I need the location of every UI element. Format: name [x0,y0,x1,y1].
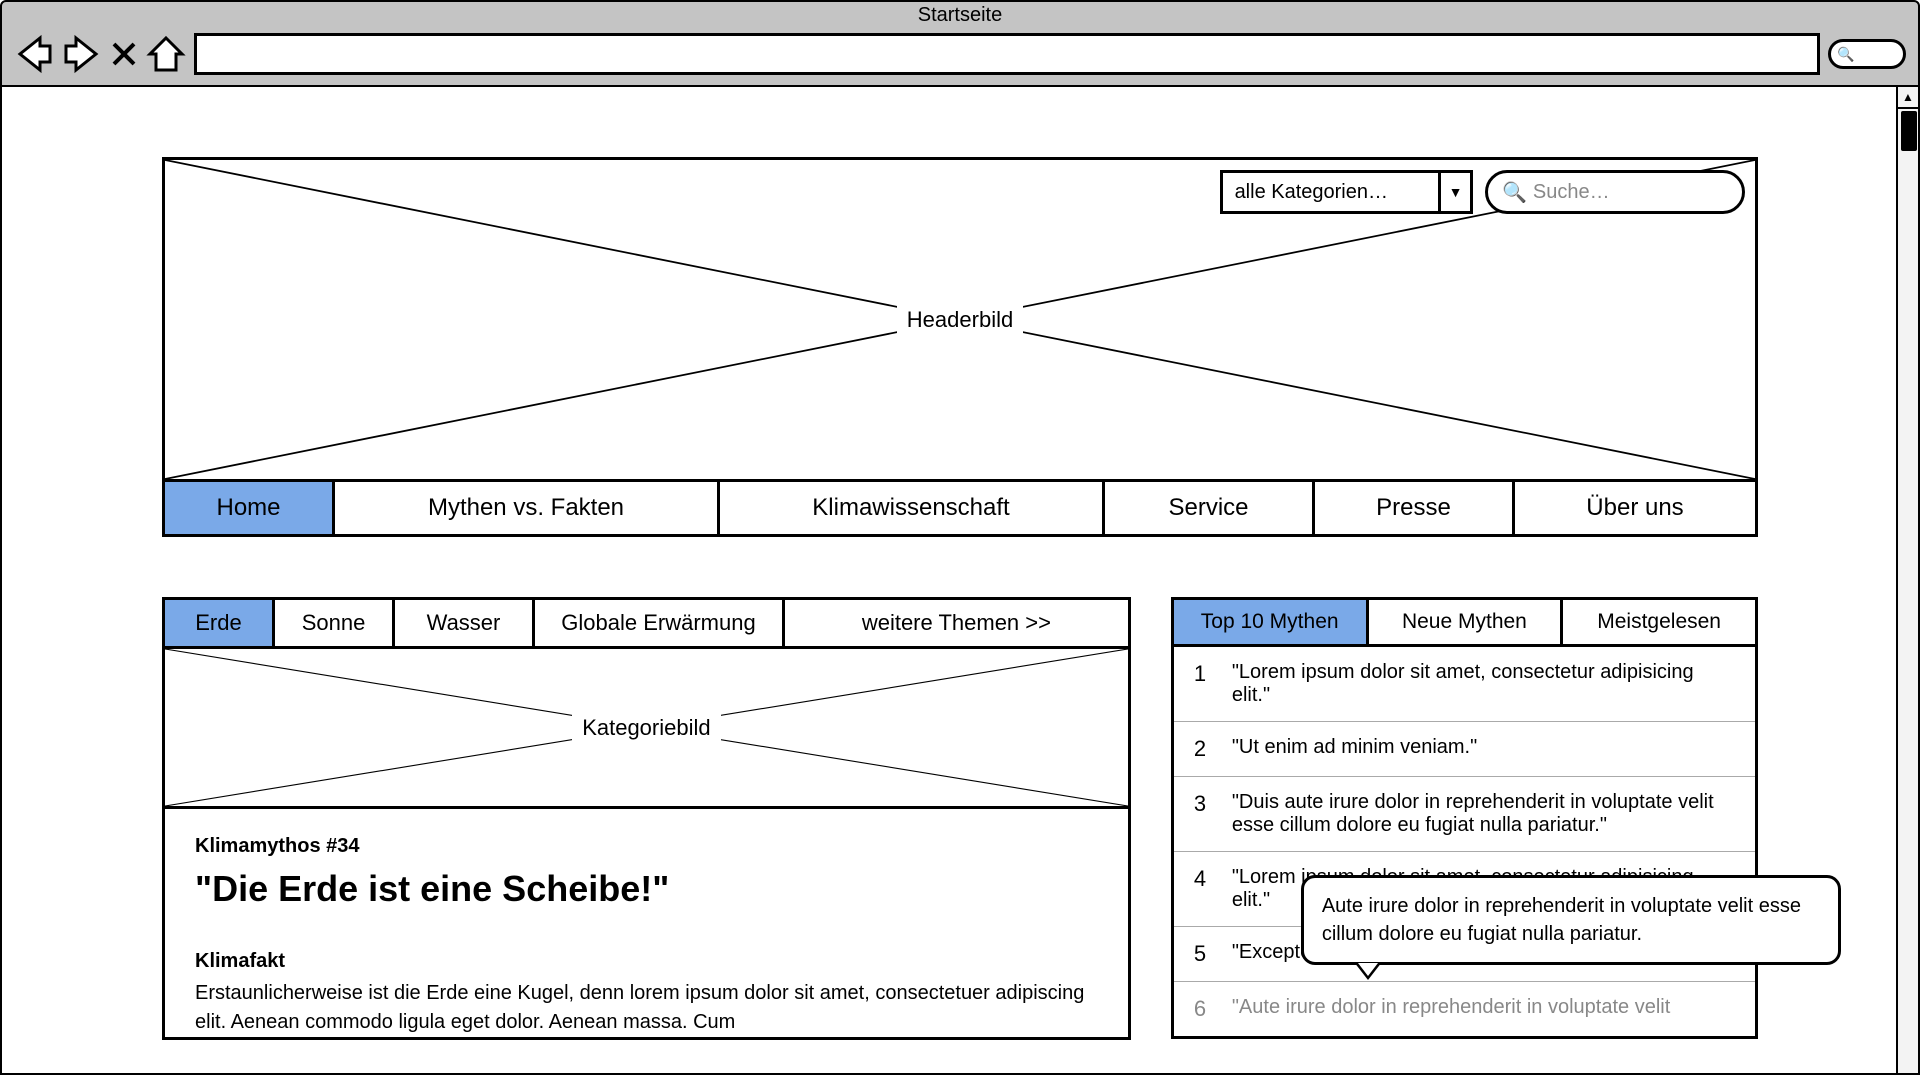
scroll-thumb[interactable] [1901,111,1917,151]
myth-text: "Ut enim ad minim veniam." [1232,736,1735,762]
browser-chrome: Startseite 🔍 [0,0,1920,87]
tab-weitere-themen[interactable]: weitere Themen >> [785,600,1128,646]
tab-globale-erwaermung[interactable]: Globale Erwärmung [535,600,785,646]
left-column: Erde Sonne Wasser Globale Erwärmung weit… [162,597,1131,1040]
sidebar-tabs: Top 10 Mythen Neue Mythen Meistgelesen [1171,597,1758,647]
nav-mythen-fakten[interactable]: Mythen vs. Fakten [335,482,720,534]
header-image-label: Headerbild [897,305,1023,335]
myth-item[interactable]: 3 "Duis aute irure dolor in reprehenderit… [1174,777,1755,852]
tab-meistgelesen[interactable]: Meistgelesen [1563,600,1755,644]
stop-icon[interactable] [110,40,138,68]
url-bar[interactable] [194,33,1820,75]
myth-item[interactable]: 6 "Aute irure dolor in reprehenderit in v… [1174,982,1755,1036]
back-icon[interactable] [14,34,54,74]
myth-rank: 4 [1194,866,1214,912]
myth-rank: 2 [1194,736,1214,762]
main-nav: Home Mythen vs. Fakten Klimawissenschaft… [162,482,1758,537]
tab-top-10-mythen[interactable]: Top 10 Mythen [1174,600,1369,644]
myth-text: "Lorem ipsum dolor sit amet, consectetur… [1232,661,1735,707]
scrollbar[interactable]: ▲ [1896,87,1918,1073]
myth-text: "Aute irure dolor in reprehenderit in vo… [1232,996,1735,1022]
nav-service[interactable]: Service [1105,482,1315,534]
category-image-label: Kategoriebild [572,713,720,743]
nav-ueber-uns[interactable]: Über uns [1515,482,1755,534]
myth-item[interactable]: 1 "Lorem ipsum dolor sit amet, consectetu… [1174,647,1755,722]
viewport: ▲ Headerbild alle Kategorien… ▼ 🔍 Suche…… [0,87,1920,1075]
home-icon[interactable] [146,34,186,74]
header-controls: alle Kategorien… ▼ 🔍 Suche… [1220,170,1745,214]
right-column: Top 10 Mythen Neue Mythen Meistgelesen 1… [1171,597,1758,1040]
nav-presse[interactable]: Presse [1315,482,1515,534]
tooltip-text: Aute irure dolor in reprehenderit in vol… [1322,895,1801,945]
category-select[interactable]: alle Kategorien… ▼ [1220,170,1473,214]
browser-toolbar: 🔍 [2,29,1918,85]
myth-rank: 1 [1194,661,1214,707]
article-title: "Die Erde ist eine Scheibe!" [195,868,1098,910]
article: Klimamythos #34 "Die Erde ist eine Schei… [162,809,1131,1040]
nav-home[interactable]: Home [165,482,335,534]
myth-rank: 6 [1194,996,1214,1022]
myth-item[interactable]: 2 "Ut enim ad minim veniam." [1174,722,1755,777]
myth-list: 1 "Lorem ipsum dolor sit amet, consectetu… [1171,647,1758,1039]
search-icon: 🔍 [1837,46,1854,63]
myth-rank: 5 [1194,941,1214,967]
page-content: Headerbild alle Kategorien… ▼ 🔍 Suche… H… [2,87,1918,1040]
forward-icon[interactable] [62,34,102,74]
browser-search[interactable]: 🔍 [1828,39,1906,69]
article-body: Erstaunlicherweise ist die Erde eine Kug… [195,979,1098,1037]
topic-tabs: Erde Sonne Wasser Globale Erwärmung weit… [162,597,1131,649]
chevron-down-icon: ▼ [1438,173,1470,211]
window-title: Startseite [2,2,1918,29]
tab-erde[interactable]: Erde [165,600,275,646]
search-icon: 🔍 [1502,180,1527,205]
myth-rank: 3 [1194,791,1214,837]
search-input[interactable]: 🔍 Suche… [1485,170,1745,214]
main-columns: Erde Sonne Wasser Globale Erwärmung weit… [162,597,1758,1040]
tab-wasser[interactable]: Wasser [395,600,535,646]
tab-sonne[interactable]: Sonne [275,600,395,646]
tab-neue-mythen[interactable]: Neue Mythen [1369,600,1564,644]
search-placeholder: Suche… [1533,181,1610,204]
category-image-placeholder: Kategoriebild [162,649,1131,809]
myth-text: "Duis aute irure dolor in reprehenderit … [1232,791,1735,837]
article-kicker: Klimamythos #34 [195,835,1098,858]
tooltip-tail-icon [1354,962,1382,980]
scroll-up-icon[interactable]: ▲ [1898,87,1918,109]
nav-klimawissenschaft[interactable]: Klimawissenschaft [720,482,1105,534]
header-image-placeholder: Headerbild alle Kategorien… ▼ 🔍 Suche… [162,157,1758,482]
category-select-value: alle Kategorien… [1223,181,1438,204]
article-section-title: Klimafakt [195,950,1098,973]
tooltip: Aute irure dolor in reprehenderit in vol… [1301,875,1841,965]
